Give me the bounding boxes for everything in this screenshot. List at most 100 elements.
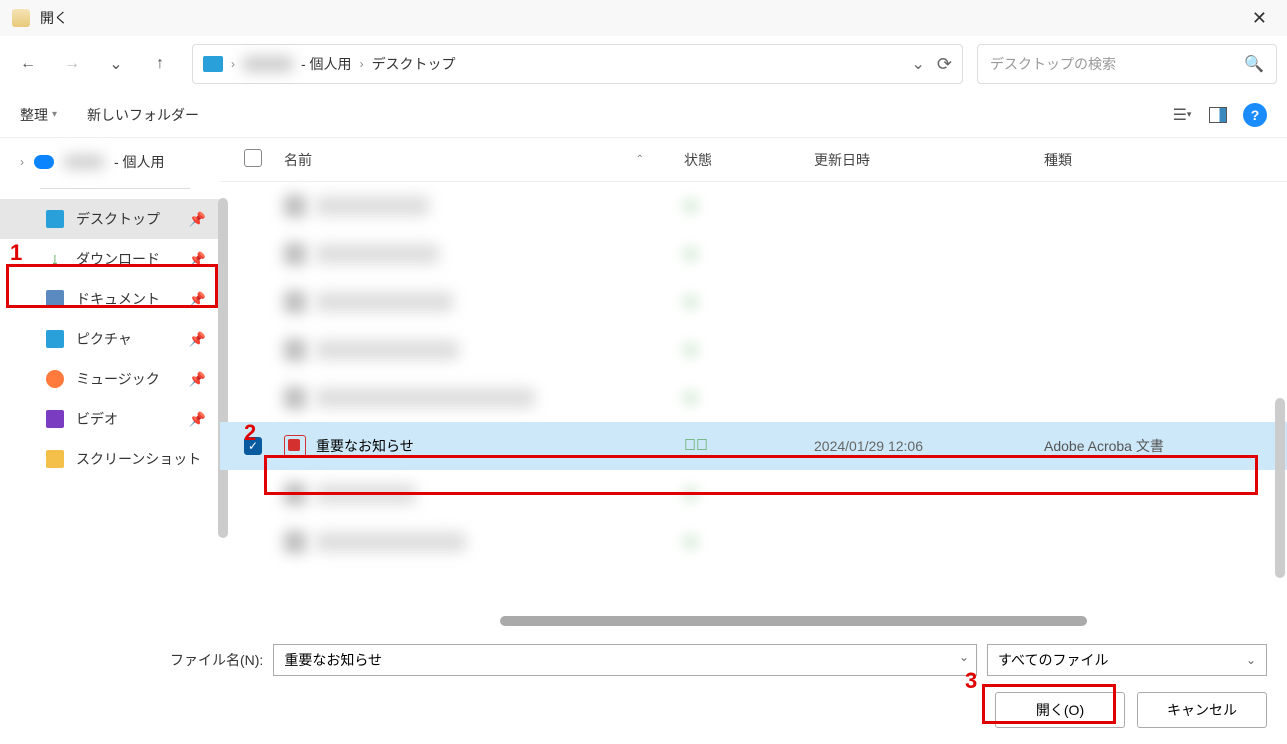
tree-root[interactable]: › - 個人用 (0, 146, 220, 178)
organize-menu[interactable]: 整理▾ (20, 105, 57, 125)
sidebar-item-label: ミュージック (76, 369, 160, 389)
chevron-right-icon[interactable]: › (20, 155, 24, 169)
sidebar-item-video[interactable]: ビデオ 📌 (0, 399, 220, 439)
view-list-icon[interactable]: ☰ ▾ (1171, 104, 1193, 126)
col-date[interactable]: 更新日時 (814, 150, 1044, 170)
file-icon (284, 531, 306, 553)
breadcrumb[interactable]: › - 個人用 › デスクトップ ⌄ ⟳ (192, 44, 963, 84)
select-all-checkbox[interactable] (244, 149, 262, 167)
toolbar: 整理▾ 新しいフォルダー ☰ ▾ ? (0, 92, 1287, 138)
recent-dropdown[interactable]: ⌄ (98, 46, 134, 82)
tree-user-blurred (64, 155, 104, 169)
tree-root-suffix: - 個人用 (114, 152, 165, 172)
music-icon (46, 370, 64, 388)
breadcrumb-seg-desktop[interactable]: デスクトップ (372, 54, 456, 74)
breadcrumb-seg-suffix[interactable]: - 個人用 (301, 54, 352, 74)
folder-icon (46, 450, 64, 468)
file-scrollbar[interactable] (1275, 398, 1285, 578)
footer: ファイル名(N): ⌄ すべてのファイル ⌄ 開く(O) キャンセル (0, 628, 1287, 744)
doc-icon (46, 290, 64, 308)
search-input[interactable] (990, 56, 1234, 72)
help-icon[interactable]: ? (1243, 103, 1267, 127)
sidebar-item-doc[interactable]: ドキュメント 📌 (0, 279, 220, 319)
navbar: ← → ⌄ ↑ › - 個人用 › デスクトップ ⌄ ⟳ 🔍 (0, 36, 1287, 92)
sidebar-item-label: ビデオ (76, 409, 118, 429)
status-ok-icon: ⊘ (684, 294, 697, 311)
pin-icon[interactable]: 📌 (189, 291, 206, 308)
file-row[interactable]: ⊘ (220, 326, 1287, 374)
file-row[interactable]: ⊘ (220, 230, 1287, 278)
file-icon (284, 339, 306, 361)
pdf-icon (284, 435, 306, 457)
dialog-title: 開く (40, 8, 1244, 28)
search-box[interactable]: 🔍 (977, 44, 1277, 84)
up-button[interactable]: ↑ (142, 46, 178, 82)
sidebar-item-label: ダウンロード (76, 249, 160, 269)
file-icon (284, 195, 306, 217)
file-checkbox[interactable]: ✓ (244, 437, 262, 455)
file-header: 名前⌃ 状態 更新日時 種類 (220, 138, 1287, 182)
file-row[interactable]: ⊘ (220, 374, 1287, 422)
close-icon[interactable]: ✕ (1244, 4, 1275, 33)
sidebar-item-pic[interactable]: ピクチャ📌 (0, 319, 220, 359)
filename-input[interactable] (273, 644, 977, 676)
video-icon (46, 410, 64, 428)
file-name-blurred (316, 340, 459, 360)
horizontal-scrollbar[interactable] (500, 616, 1087, 626)
sidebar-item-folder[interactable]: スクリーンショット (0, 439, 220, 479)
file-icon (284, 387, 306, 409)
sidebar-item-desktop[interactable]: デスクトップ 📌 (0, 199, 220, 239)
status-ok-icon: ⊘ (684, 534, 697, 551)
refresh-icon[interactable]: ⟳ (937, 54, 952, 75)
file-pane: 名前⌃ 状態 更新日時 種類 ⊘⊘⊘⊘⊘✓重要なお知らせ✓⃝2024/01/29… (220, 138, 1287, 628)
forward-button[interactable]: → (54, 46, 90, 82)
pin-icon[interactable]: 📌 (189, 331, 206, 348)
sidebar-item-music[interactable]: ミュージック 📌 (0, 359, 220, 399)
pin-icon[interactable]: 📌 (189, 371, 206, 388)
col-name[interactable]: 名前⌃ (284, 150, 684, 170)
pin-icon[interactable]: 📌 (189, 211, 206, 228)
file-name-blurred (316, 388, 535, 408)
back-button[interactable]: ← (10, 46, 46, 82)
chevron-right-icon: › (231, 57, 235, 71)
file-name-blurred (316, 244, 439, 264)
file-icon (284, 243, 306, 265)
file-row[interactable]: ⊘ (220, 470, 1287, 518)
chevron-down-icon[interactable]: ⌄ (912, 54, 925, 75)
file-row[interactable]: ⊘ (220, 518, 1287, 566)
filetype-filter[interactable]: すべてのファイル ⌄ (987, 644, 1267, 676)
pin-icon[interactable]: 📌 (189, 411, 206, 428)
status-ok-icon: ⊘ (684, 486, 697, 503)
col-status[interactable]: 状態 (684, 150, 814, 170)
new-folder-button[interactable]: 新しいフォルダー (87, 105, 199, 125)
filename-label: ファイル名(N): (170, 650, 263, 670)
pin-icon[interactable]: 📌 (189, 251, 206, 268)
search-icon[interactable]: 🔍 (1244, 54, 1264, 74)
sidebar: › - 個人用 デスクトップ📌↓ダウンロード📌ドキュメント📌ピクチャ📌ミュージッ… (0, 138, 220, 628)
file-icon (284, 291, 306, 313)
desktop-icon (46, 210, 64, 228)
sidebar-item-label: デスクトップ (76, 209, 160, 229)
sort-indicator-icon: ⌃ (636, 154, 644, 165)
divider (40, 188, 190, 189)
titlebar: 開く ✕ (0, 0, 1287, 36)
file-row[interactable]: ⊘ (220, 278, 1287, 326)
status-ok-icon: ⊘ (684, 342, 697, 359)
open-button[interactable]: 開く(O) (995, 692, 1125, 728)
file-row[interactable]: ⊘ (220, 182, 1287, 230)
chevron-down-icon[interactable]: ⌄ (959, 650, 969, 664)
col-type[interactable]: 種類 (1044, 150, 1287, 170)
file-date: 2024/01/29 12:06 (814, 438, 1044, 454)
sidebar-item-download[interactable]: ↓ダウンロード📌 (0, 239, 220, 279)
file-type: Adobe Acroba 文書 (1044, 436, 1287, 456)
chevron-down-icon: ⌄ (1246, 653, 1256, 667)
file-name-blurred (316, 196, 429, 216)
sidebar-item-label: スクリーンショット (76, 449, 201, 469)
file-list: ⊘⊘⊘⊘⊘✓重要なお知らせ✓⃝2024/01/29 12:06Adobe Acr… (220, 182, 1287, 566)
sidebar-item-label: ドキュメント (76, 289, 160, 309)
preview-pane-icon[interactable] (1207, 104, 1229, 126)
breadcrumb-seg-user[interactable] (243, 56, 293, 72)
pic-icon (46, 330, 64, 348)
file-row-selected[interactable]: ✓重要なお知らせ✓⃝2024/01/29 12:06Adobe Acroba 文… (220, 422, 1287, 470)
cancel-button[interactable]: キャンセル (1137, 692, 1267, 728)
